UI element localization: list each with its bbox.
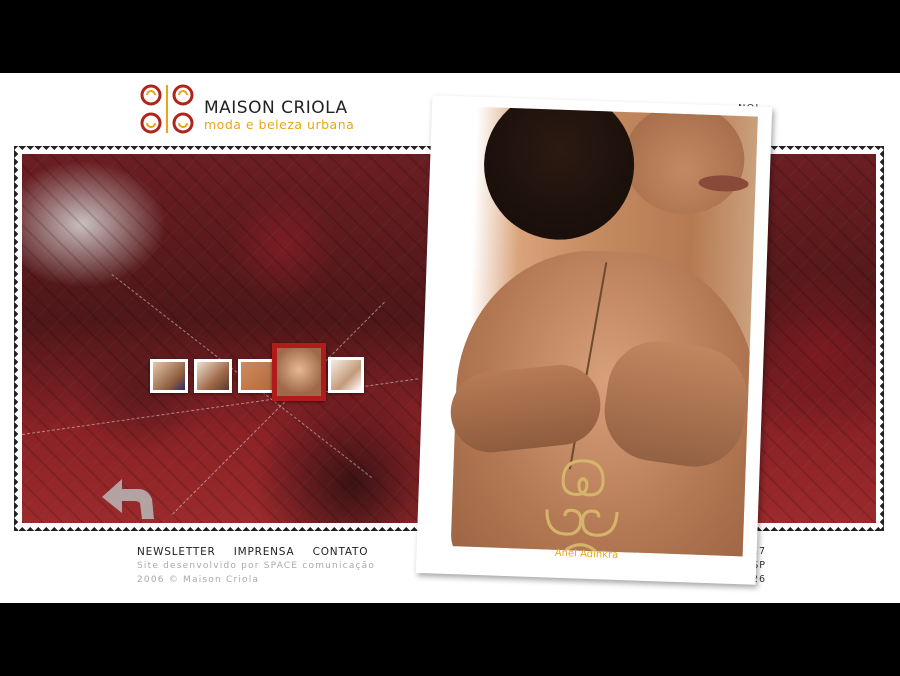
footer-nav: NEWSLETTER IMPRENSA CONTATO [137,546,382,558]
newsletter-link[interactable]: NEWSLETTER [137,546,216,558]
logo-icon[interactable] [137,81,197,137]
contact-link[interactable]: CONTATO [313,546,369,558]
thumbnail[interactable] [150,359,188,393]
thumbnail[interactable] [238,359,276,393]
thumbnail[interactable] [194,359,232,393]
site-credit[interactable]: Site desenvolvido por SPACE comunicação [137,561,375,571]
brand-name: MAISON CRIOLA [204,98,348,118]
product-photo [430,105,758,557]
back-arrow-icon[interactable] [98,475,158,521]
press-link[interactable]: IMPRENSA [234,546,295,558]
pendant-icon [545,459,619,553]
product-card[interactable]: Anel Adinkra [415,95,773,585]
copyright: 2006 © Maison Criola [137,575,260,585]
thumbnail[interactable] [328,357,364,393]
brand-tagline: moda e beleza urbana [204,117,355,132]
thumbnail-active[interactable] [272,343,326,401]
